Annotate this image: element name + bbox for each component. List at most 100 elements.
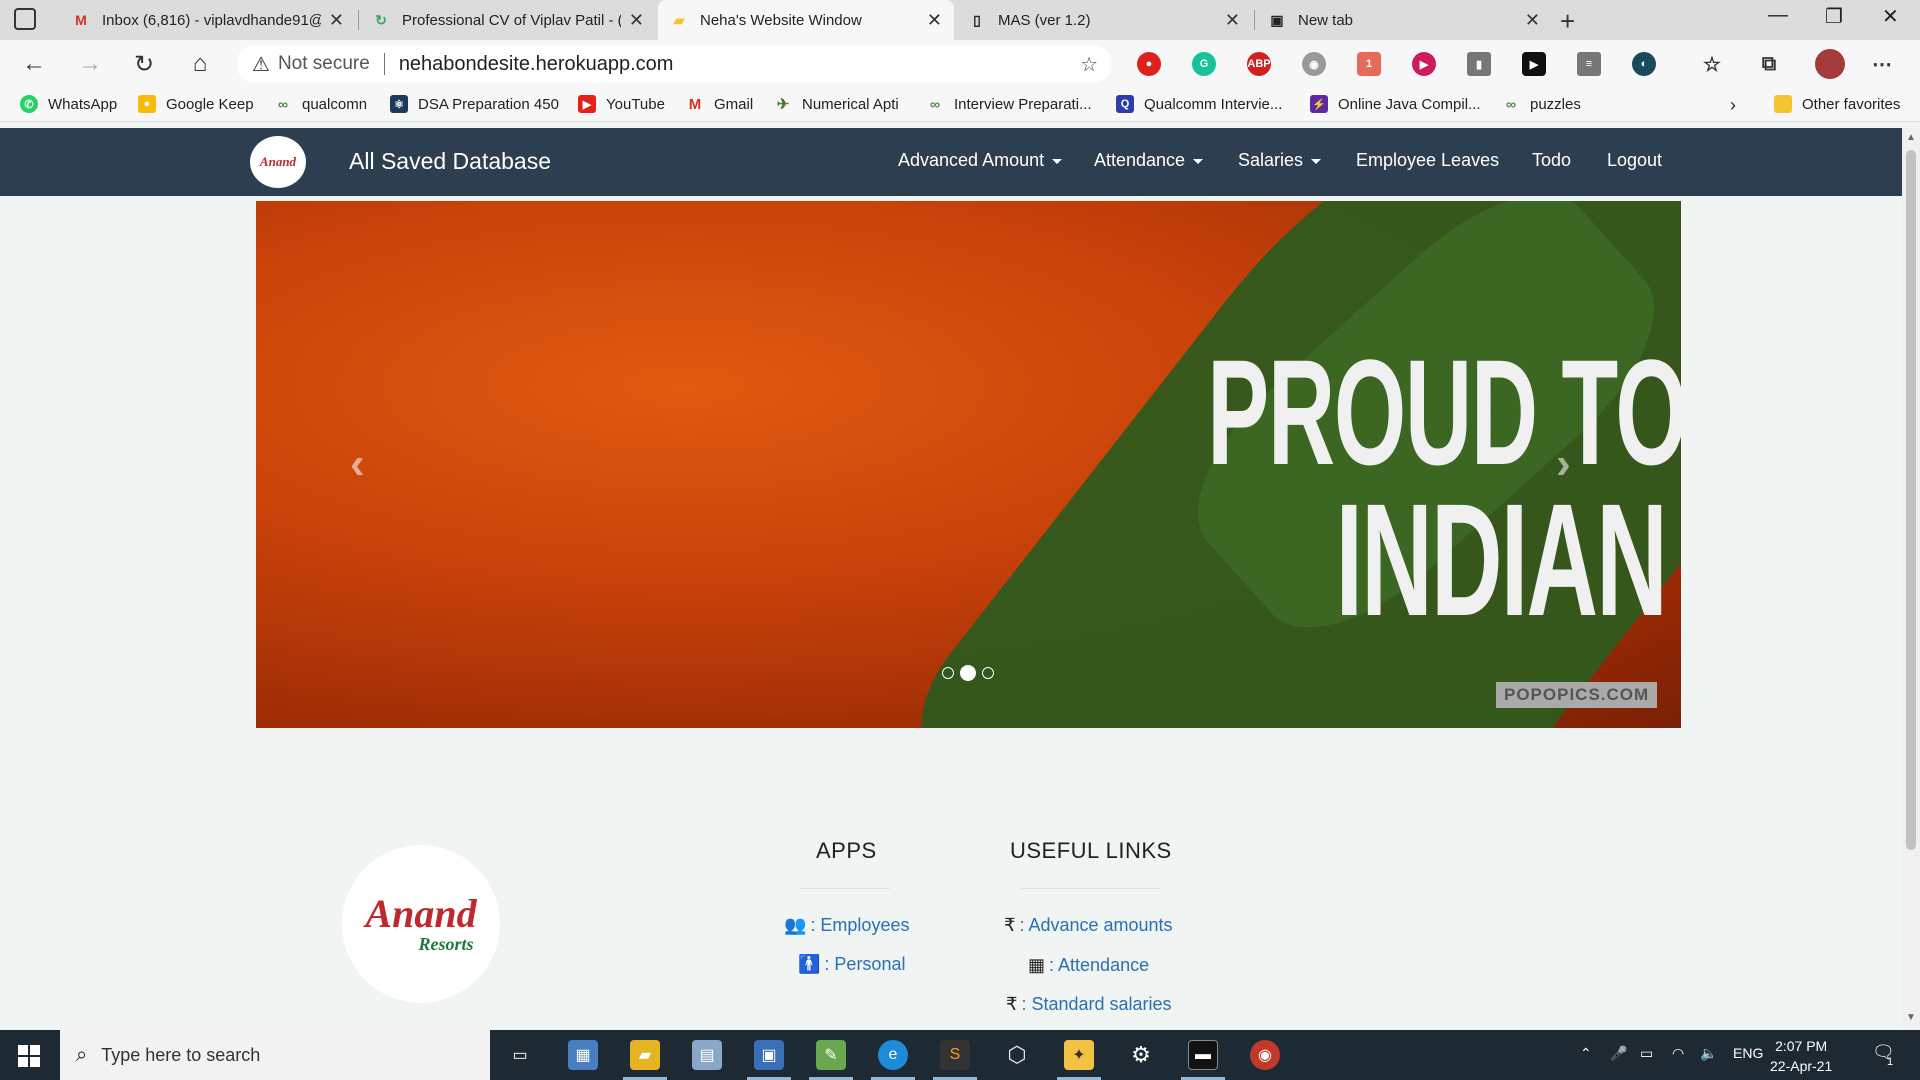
battery-icon[interactable]: ▭ bbox=[1640, 1045, 1653, 1062]
carousel-prev-icon[interactable]: ‹ bbox=[350, 439, 365, 489]
nav-salaries[interactable]: Salaries bbox=[1238, 150, 1322, 171]
sublime-icon[interactable]: S bbox=[940, 1040, 970, 1070]
ublock-icon[interactable]: ● bbox=[1137, 52, 1161, 76]
extension-badge-icon[interactable]: 1 bbox=[1357, 52, 1381, 76]
site-brand[interactable]: All Saved Database bbox=[349, 148, 551, 175]
url-text[interactable]: nehabondesite.herokuapp.com bbox=[399, 53, 674, 76]
page-scrollbar[interactable]: ▲ ▼ bbox=[1902, 128, 1920, 1028]
security-label[interactable]: Not secure bbox=[278, 53, 370, 75]
nav-employee-leaves[interactable]: Employee Leaves bbox=[1356, 150, 1499, 171]
search-icon: ⌕ bbox=[76, 1043, 88, 1066]
virtualbox-icon[interactable]: ⬡ bbox=[1002, 1040, 1032, 1070]
tab-gmail[interactable]: M Inbox (6,816) - viplavdhande91@ ✕ bbox=[60, 0, 356, 40]
bookmark-numerical-apti[interactable]: ✈ Numerical Apti bbox=[774, 95, 899, 114]
bookmark-qualcomm-interview[interactable]: Q Qualcomm Intervie... bbox=[1116, 95, 1282, 113]
app-link-employees[interactable]: 👥: Employees bbox=[784, 915, 909, 936]
play-icon[interactable]: ▶ bbox=[1522, 52, 1546, 76]
close-tab-icon[interactable]: ✕ bbox=[1225, 10, 1240, 31]
bookmark-youtube[interactable]: ▶ YouTube bbox=[578, 95, 665, 113]
carousel-indicator-dot[interactable] bbox=[960, 665, 976, 681]
nav-todo[interactable]: Todo bbox=[1532, 150, 1571, 171]
taskbar-clock[interactable]: 2:07 PM 22-Apr-21 bbox=[1770, 1036, 1832, 1076]
notes-icon[interactable]: ≡ bbox=[1577, 52, 1601, 76]
close-tab-icon[interactable]: ✕ bbox=[629, 10, 644, 31]
app-link-personal[interactable]: 🚹: Personal bbox=[798, 954, 905, 975]
wifi-icon[interactable]: ◠ bbox=[1672, 1045, 1684, 1062]
xampp-icon[interactable]: ✦ bbox=[1064, 1040, 1094, 1070]
scroll-up-icon[interactable]: ▲ bbox=[1906, 132, 1916, 143]
remote-desktop-icon[interactable]: ▣ bbox=[754, 1040, 784, 1070]
language-indicator[interactable]: ENG bbox=[1733, 1045, 1763, 1061]
nav-advanced-amount[interactable]: Advanced Amount bbox=[898, 150, 1063, 171]
bookmark-puzzles[interactable]: ∞ puzzles bbox=[1502, 95, 1581, 113]
terminal-icon[interactable]: ▬ bbox=[1188, 1040, 1218, 1070]
chevron-right-icon[interactable]: › bbox=[1730, 95, 1736, 116]
task-view-icon[interactable]: ▭ bbox=[505, 1040, 535, 1070]
editor-icon[interactable]: ✎ bbox=[816, 1040, 846, 1070]
add-favorite-icon[interactable]: ☆ bbox=[1080, 52, 1098, 77]
minimize-icon[interactable]: — bbox=[1768, 4, 1788, 27]
carousel-indicator-dot[interactable] bbox=[982, 667, 994, 679]
tab-new-tab[interactable]: ▣ New tab ✕ bbox=[1256, 0, 1552, 40]
extension-icon[interactable]: ◐ bbox=[1632, 52, 1656, 76]
bookmark-qualcomn[interactable]: ∞ qualcomn bbox=[274, 95, 367, 113]
bookmark-java-compiler[interactable]: ⚡ Online Java Compil... bbox=[1310, 95, 1481, 113]
carousel-indicator-dot[interactable] bbox=[942, 667, 954, 679]
restore-icon[interactable]: ❐ bbox=[1825, 4, 1843, 29]
close-tab-icon[interactable]: ✕ bbox=[329, 10, 344, 31]
address-bar[interactable]: ⚠ Not secure nehabondesite.herokuapp.com… bbox=[236, 45, 1112, 83]
bookmark-gmail[interactable]: M Gmail bbox=[686, 95, 753, 113]
forward-icon[interactable]: → bbox=[74, 48, 106, 80]
refresh-icon[interactable]: ↻ bbox=[128, 48, 160, 80]
screenshot-icon[interactable]: ◉ bbox=[1302, 52, 1326, 76]
link-standard-salaries[interactable]: ₹: Standard salaries bbox=[1006, 994, 1172, 1015]
adblock-plus-icon[interactable]: ABP bbox=[1247, 52, 1271, 76]
home-icon[interactable]: ⌂ bbox=[184, 48, 216, 80]
rupee-icon: ₹ bbox=[1006, 994, 1018, 1014]
favorites-icon[interactable]: ☆ bbox=[1700, 52, 1724, 76]
volume-icon[interactable]: 🔈 bbox=[1700, 1045, 1717, 1062]
more-menu-icon[interactable]: ⋯ bbox=[1870, 52, 1894, 76]
close-tab-icon[interactable]: ✕ bbox=[927, 10, 942, 31]
tab-mas[interactable]: ▯ MAS (ver 1.2) ✕ bbox=[956, 0, 1252, 40]
tab-nehas-website[interactable]: ▰ Neha's Website Window ✕ bbox=[658, 0, 954, 40]
show-hidden-icons[interactable]: ⌃ bbox=[1580, 1045, 1592, 1062]
bookmark-interview[interactable]: ∞ Interview Preparati... bbox=[926, 95, 1092, 113]
windows-start-icon[interactable] bbox=[18, 1045, 40, 1067]
microphone-icon[interactable]: 🎤 bbox=[1610, 1045, 1627, 1062]
folder-icon: ▰ bbox=[673, 11, 685, 28]
carousel-headline: PROUD TO BE AN INDIAN bbox=[1207, 337, 1681, 639]
bookmark-dsa[interactable]: ⚛ DSA Preparation 450 bbox=[390, 95, 559, 113]
taskbar-search[interactable]: ⌕ Type here to search bbox=[60, 1030, 490, 1080]
bookmark-label: WhatsApp bbox=[48, 95, 118, 113]
scroll-down-icon[interactable]: ▼ bbox=[1906, 1012, 1916, 1023]
tab-actions-icon[interactable] bbox=[14, 8, 36, 30]
calculator-icon[interactable]: ▦ bbox=[568, 1040, 598, 1070]
new-tab-button[interactable]: + bbox=[1560, 6, 1575, 37]
link-attendance[interactable]: ▦: Attendance bbox=[1028, 955, 1149, 976]
close-tab-icon[interactable]: ✕ bbox=[1525, 10, 1540, 31]
nav-attendance[interactable]: Attendance bbox=[1094, 150, 1204, 171]
bookmark-other-favorites[interactable]: Other favorites bbox=[1774, 95, 1900, 113]
carousel-next-icon[interactable]: › bbox=[1556, 439, 1571, 489]
settings-icon[interactable]: ⚙ bbox=[1126, 1040, 1156, 1070]
back-icon[interactable]: ← bbox=[18, 48, 50, 80]
bookmark-whatsapp[interactable]: ✆ WhatsApp bbox=[20, 95, 117, 113]
grammarly-icon[interactable]: G bbox=[1192, 52, 1216, 76]
network-icon[interactable]: ▤ bbox=[692, 1040, 722, 1070]
file-explorer-icon[interactable]: ▰ bbox=[630, 1040, 660, 1070]
link-advance-amounts[interactable]: ₹: Advance amounts bbox=[1004, 915, 1173, 936]
bookmark-google-keep[interactable]: ● Google Keep bbox=[138, 95, 254, 113]
stats-icon[interactable]: ▮ bbox=[1467, 52, 1491, 76]
media-icon[interactable]: ▶ bbox=[1412, 52, 1436, 76]
close-window-icon[interactable]: ✕ bbox=[1882, 4, 1899, 29]
tab-cv[interactable]: ↻ Professional CV of Viplav Patil - ( ✕ bbox=[360, 0, 656, 40]
edge-icon[interactable]: e bbox=[878, 1040, 908, 1070]
warning-icon: ⚠ bbox=[252, 53, 270, 76]
obs-icon[interactable]: ◉ bbox=[1250, 1040, 1280, 1070]
profile-avatar[interactable] bbox=[1815, 49, 1845, 79]
nav-logout[interactable]: Logout bbox=[1607, 150, 1662, 171]
site-logo[interactable]: Anand bbox=[250, 136, 306, 188]
scroll-thumb[interactable] bbox=[1906, 150, 1916, 850]
collections-icon[interactable]: ⧉ bbox=[1757, 52, 1781, 76]
